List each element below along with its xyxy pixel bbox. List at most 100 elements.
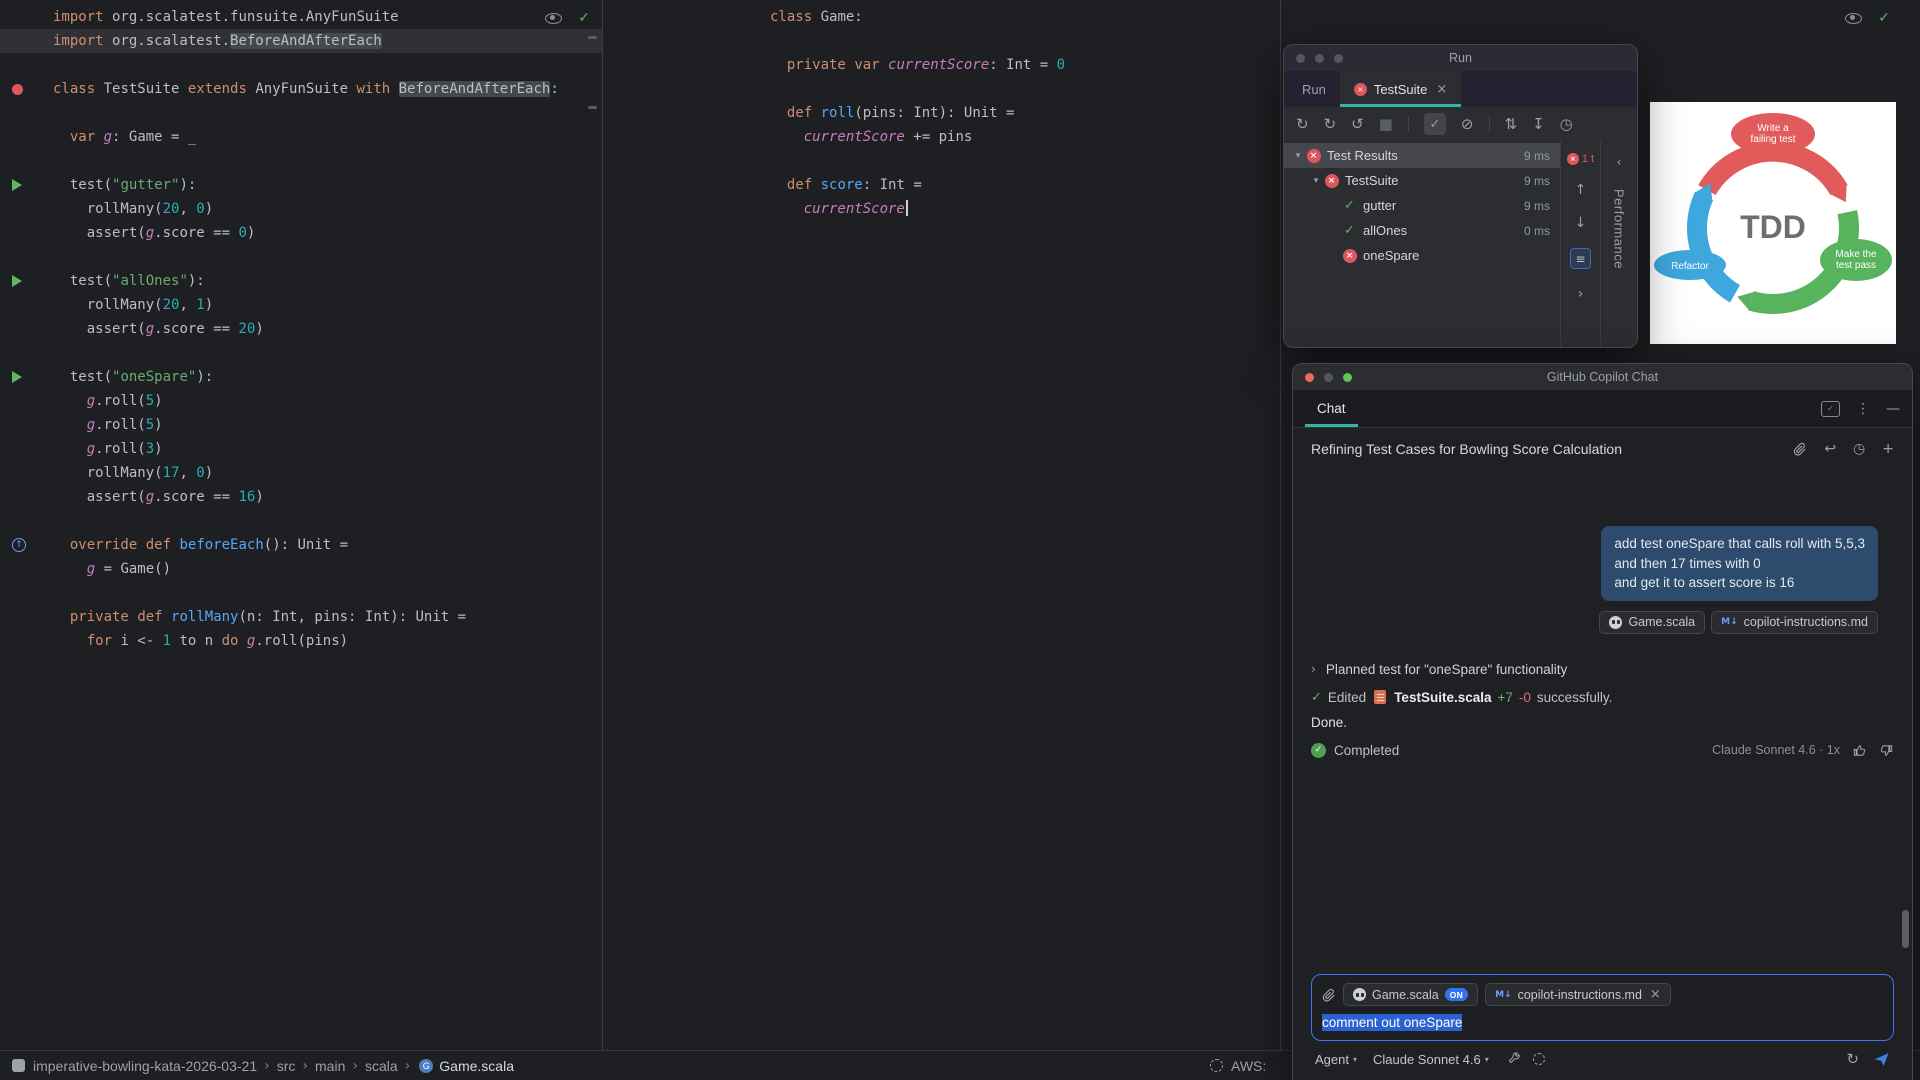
breadcrumb-item[interactable]: scala — [365, 1058, 398, 1074]
test-tree-row[interactable]: ▾ × Test Results 9 ms — [1284, 143, 1560, 168]
selected-input-text[interactable]: comment out oneSpare — [1322, 1014, 1463, 1031]
context-chip[interactable]: Game.scala ON — [1343, 983, 1479, 1006]
breadcrumb-file[interactable]: Game.scala — [439, 1058, 514, 1074]
undo-icon[interactable]: ↩ — [1824, 441, 1836, 457]
code-line[interactable]: class TestSuite extends AnyFunSuite with… — [0, 77, 602, 101]
test-tree-row[interactable]: × oneSpare — [1284, 243, 1560, 268]
collapse-icon[interactable]: ‹ — [1617, 155, 1622, 169]
code-line[interactable]: class Game: — [603, 5, 1280, 29]
gutter-runerr-icon[interactable] — [0, 77, 53, 101]
performance-side-tab[interactable]: ‹ Performance — [1600, 141, 1637, 347]
code-line[interactable]: for i <- 1 to n do g.roll(pins) — [0, 629, 602, 653]
code-line[interactable]: private def rollMany(n: Int, pins: Int):… — [0, 605, 602, 629]
run-test-icon[interactable] — [12, 275, 22, 287]
gutter-play-icon[interactable] — [0, 269, 53, 293]
run-test-icon[interactable] — [12, 371, 22, 383]
code-line[interactable]: assert(g.score == 20) — [0, 317, 602, 341]
pane-divider[interactable] — [1280, 0, 1281, 1050]
attach-icon[interactable] — [1322, 988, 1336, 1002]
chat-scrollbar[interactable] — [1902, 910, 1909, 948]
plan-step-row[interactable]: › Planned test for "oneSpare" functional… — [1311, 662, 1894, 677]
code-line[interactable]: rollMany(20, 0) — [0, 197, 602, 221]
code-line[interactable]: g = Game() — [0, 557, 602, 581]
open-in-editor-icon[interactable]: ✓ — [1821, 400, 1840, 417]
test-tree-row[interactable]: ✓ gutter 9 ms — [1284, 193, 1560, 218]
history-icon[interactable]: ◷ — [1853, 441, 1865, 457]
context-chip[interactable]: Game.scala — [1599, 610, 1706, 634]
thumbs-up-icon[interactable] — [1852, 743, 1867, 758]
expand-panel-icon[interactable]: › — [1578, 286, 1584, 302]
code-line[interactable]: private var currentScore: Int = 0 — [603, 53, 1280, 77]
inspections-ok-icon[interactable]: ✓ — [1878, 10, 1890, 26]
code-line[interactable] — [0, 341, 602, 365]
kebab-menu-icon[interactable]: ⋮ — [1856, 401, 1870, 417]
context-chip[interactable]: M↓ copilot-instructions.md × — [1485, 983, 1671, 1006]
tab-run[interactable]: Run — [1288, 71, 1340, 107]
code-line[interactable] — [603, 149, 1280, 173]
reader-mode-eye-icon[interactable] — [545, 12, 563, 24]
zoom-window-icon[interactable] — [1343, 372, 1352, 382]
code-line[interactable]: rollMany(17, 0) — [0, 461, 602, 485]
context-on-badge[interactable]: ON — [1444, 988, 1469, 1001]
code-line[interactable]: g.roll(5) — [0, 413, 602, 437]
tree-chevron-icon[interactable]: ▾ — [1290, 151, 1306, 161]
breadcrumb-project[interactable]: imperative-bowling-kata-2026-03-21 — [33, 1058, 257, 1074]
breadcrumb-item[interactable]: main — [315, 1058, 345, 1074]
usage-indicator-icon[interactable] — [1532, 1053, 1545, 1065]
code-line[interactable]: test("gutter"): — [0, 173, 602, 197]
breadcrumb-item[interactable]: src — [277, 1058, 296, 1074]
code-line[interactable]: g.roll(3) — [0, 437, 602, 461]
chat-input-text[interactable]: comment out oneSpare — [1322, 1014, 1883, 1031]
reader-mode-eye-icon[interactable] — [1845, 12, 1863, 24]
pane-divider[interactable] — [602, 0, 603, 1050]
code-line[interactable] — [0, 149, 602, 173]
test-tree-row[interactable]: ▾ × TestSuite 9 ms — [1284, 168, 1560, 193]
code-line[interactable]: ↑ override def beforeEach(): Unit = — [0, 533, 602, 557]
gutter-ovr-icon[interactable]: ↑ — [0, 533, 53, 557]
sort-by-duration-icon[interactable]: ⇅ — [1505, 116, 1518, 132]
code-line[interactable] — [0, 245, 602, 269]
thumbs-down-icon[interactable] — [1879, 743, 1894, 758]
code-line[interactable]: test("allOnes"): — [0, 269, 602, 293]
performance-tab-label[interactable]: Performance — [1612, 189, 1627, 269]
gutter-play-icon[interactable] — [0, 173, 53, 197]
chat-input-box[interactable]: Game.scala ON M↓ copilot-instructions.md × c… — [1311, 974, 1894, 1041]
show-passed-icon[interactable]: ✓ — [1423, 113, 1446, 135]
code-line[interactable]: rollMany(20, 1) — [0, 293, 602, 317]
code-line[interactable]: import org.scalatest.funsuite.AnyFunSuit… — [0, 5, 602, 29]
test-tree-row[interactable]: ✓ allOnes 0 ms — [1284, 218, 1560, 243]
tree-chevron-icon[interactable]: ▾ — [1308, 176, 1324, 186]
rerun-failed-tests-icon[interactable]: ↻ — [1324, 116, 1337, 132]
toggle-auto-test-icon[interactable]: ↺ — [1351, 116, 1364, 132]
close-window-icon[interactable] — [1305, 372, 1314, 382]
code-line[interactable]: test("oneSpare"): — [0, 365, 602, 389]
aws-status-label[interactable]: AWS: — [1231, 1058, 1266, 1074]
failed-tests-badge[interactable]: × 1 t — [1566, 153, 1594, 165]
aws-icon[interactable] — [1210, 1059, 1223, 1072]
show-ignored-icon[interactable]: ⊘ — [1461, 116, 1474, 132]
gutter-play-icon[interactable] — [0, 365, 53, 389]
code-line[interactable]: currentScore += pins — [603, 125, 1280, 149]
code-line[interactable]: import org.scalatest.BeforeAndAfterEach — [0, 29, 602, 53]
test-history-icon[interactable]: ◷ — [1560, 116, 1573, 132]
code-line[interactable]: currentScore — [603, 197, 1280, 221]
code-line[interactable]: def score: Int = — [603, 173, 1280, 197]
code-editor-game[interactable]: class Game: private var currentScore: In… — [603, 0, 1280, 221]
code-line[interactable]: assert(g.score == 16) — [0, 485, 602, 509]
next-failed-test-icon[interactable]: ↓ — [1575, 215, 1587, 231]
run-test-icon[interactable] — [12, 179, 22, 191]
code-line[interactable] — [603, 29, 1280, 53]
code-line[interactable]: def roll(pins: Int): Unit = — [603, 101, 1280, 125]
remove-chip-icon[interactable]: × — [1650, 987, 1661, 1002]
tools-icon[interactable] — [1507, 1052, 1521, 1066]
import-test-results-icon[interactable]: ↧ — [1532, 116, 1545, 132]
code-line[interactable] — [0, 581, 602, 605]
close-window-icon[interactable] — [1296, 53, 1305, 63]
minimize-panel-icon[interactable]: — — [1886, 401, 1900, 417]
inspections-ok-icon[interactable]: ✓ — [578, 10, 590, 26]
chevron-down-icon[interactable]: ▾ — [1485, 1055, 1489, 1064]
code-line[interactable] — [0, 53, 602, 77]
code-line[interactable] — [0, 509, 602, 533]
previous-failed-test-icon[interactable]: ↑ — [1575, 182, 1587, 198]
close-tab-icon[interactable]: × — [1436, 82, 1447, 97]
